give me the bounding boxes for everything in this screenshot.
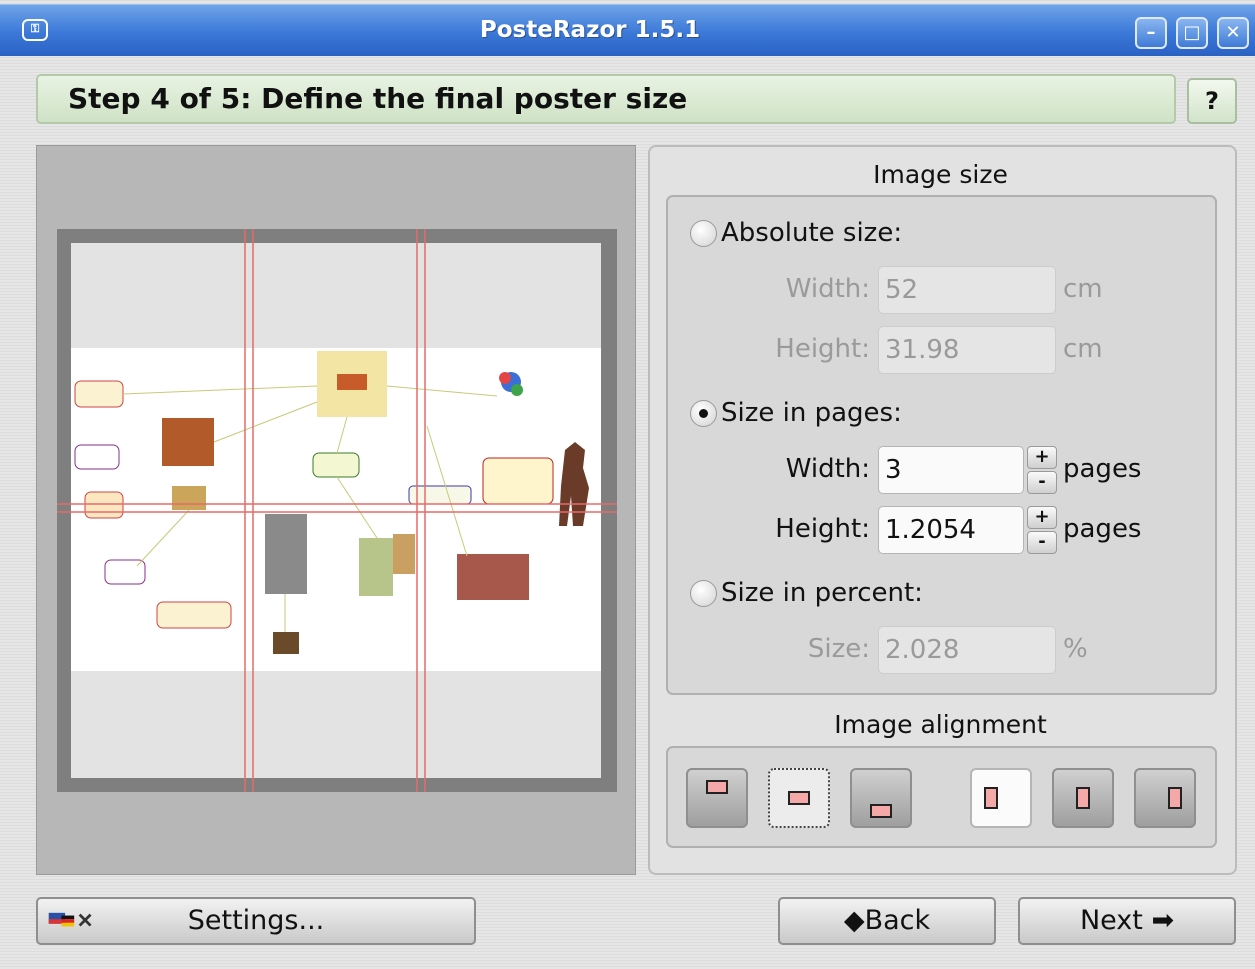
pages-height-increment[interactable]: + bbox=[1027, 506, 1057, 529]
pages-width-decrement[interactable]: - bbox=[1027, 471, 1057, 494]
percent-size-option[interactable]: Size in percent: bbox=[690, 578, 923, 608]
preview-canvas bbox=[57, 229, 617, 792]
absolute-width-field[interactable]: 52 bbox=[878, 266, 1056, 314]
pages-height-decrement[interactable]: - bbox=[1027, 531, 1057, 554]
pages-size-radio[interactable] bbox=[690, 399, 717, 427]
align-bottom-icon bbox=[870, 804, 892, 818]
flags-icon bbox=[48, 912, 92, 927]
align-left-button[interactable] bbox=[970, 768, 1032, 828]
minimize-icon[interactable]: – bbox=[1135, 17, 1167, 49]
absolute-height-unit: cm bbox=[1063, 334, 1103, 364]
align-center-horizontal-icon bbox=[1076, 787, 1090, 809]
image-alignment-title: Image alignment bbox=[834, 710, 1047, 739]
pages-width-increment[interactable]: + bbox=[1027, 446, 1057, 469]
title-bar: ⚿ PosteRazor 1.5.1 – □ ✕ bbox=[0, 4, 1255, 56]
absolute-height-field[interactable]: 31.98 bbox=[878, 326, 1056, 374]
percent-size-unit: % bbox=[1063, 634, 1088, 664]
back-label: Back bbox=[864, 905, 931, 936]
align-center-vertical-button[interactable] bbox=[768, 768, 830, 828]
next-arrow-icon: ➡ bbox=[1151, 905, 1175, 936]
pages-height-unit: pages bbox=[1063, 514, 1142, 544]
pages-width-field[interactable]: 3 bbox=[878, 446, 1024, 494]
absolute-width-unit: cm bbox=[1063, 274, 1103, 304]
close-icon[interactable]: ✕ bbox=[1217, 17, 1249, 49]
image-size-title: Image size bbox=[873, 160, 1008, 189]
back-button[interactable]: ◆Back bbox=[778, 897, 996, 945]
pages-size-label: Size in pages: bbox=[721, 398, 902, 428]
step-title: Step 4 of 5: Define the final poster siz… bbox=[68, 82, 688, 115]
absolute-height-label: Height: bbox=[775, 334, 870, 364]
pages-width-unit: pages bbox=[1063, 454, 1142, 484]
absolute-size-radio[interactable] bbox=[690, 219, 717, 247]
align-center-horizontal-button[interactable] bbox=[1052, 768, 1114, 828]
pages-height-field[interactable]: 1.2054 bbox=[878, 506, 1024, 554]
pages-width-stepper[interactable]: + - bbox=[1027, 446, 1057, 494]
back-arrow-icon: ◆ bbox=[843, 905, 865, 936]
align-center-vertical-icon bbox=[788, 791, 810, 805]
pages-width-label: Width: bbox=[785, 454, 870, 484]
align-right-icon bbox=[1168, 787, 1182, 809]
percent-size-label: Size in percent: bbox=[721, 578, 923, 608]
align-bottom-button[interactable] bbox=[850, 768, 912, 828]
pages-height-stepper[interactable]: + - bbox=[1027, 506, 1057, 554]
settings-button[interactable]: Settings... bbox=[36, 897, 476, 945]
settings-label: Settings... bbox=[187, 905, 325, 936]
pages-size-option[interactable]: Size in pages: bbox=[690, 398, 902, 428]
maximize-icon[interactable]: □ bbox=[1176, 17, 1208, 49]
percent-size-radio[interactable] bbox=[690, 579, 717, 607]
poster-preview bbox=[36, 145, 636, 875]
align-right-button[interactable] bbox=[1134, 768, 1196, 828]
help-button[interactable]: ? bbox=[1187, 78, 1237, 124]
align-top-button[interactable] bbox=[686, 768, 748, 828]
posterazor-window: ⚿ PosteRazor 1.5.1 – □ ✕ Step 4 of 5: De… bbox=[0, 0, 1255, 969]
step-header: Step 4 of 5: Define the final poster siz… bbox=[36, 74, 1176, 124]
pages-height-label: Height: bbox=[775, 514, 870, 544]
align-top-icon bbox=[706, 780, 728, 794]
absolute-size-option[interactable]: Absolute size: bbox=[690, 218, 902, 248]
align-left-icon bbox=[984, 787, 998, 809]
percent-size-field-label: Size: bbox=[807, 634, 870, 664]
absolute-width-label: Width: bbox=[785, 274, 870, 304]
next-label: Next bbox=[1079, 905, 1143, 936]
window-title: PosteRazor 1.5.1 bbox=[479, 17, 701, 43]
absolute-size-label: Absolute size: bbox=[721, 218, 903, 248]
percent-size-field[interactable]: 2.028 bbox=[878, 626, 1056, 674]
next-button[interactable]: Next ➡ bbox=[1018, 897, 1236, 945]
